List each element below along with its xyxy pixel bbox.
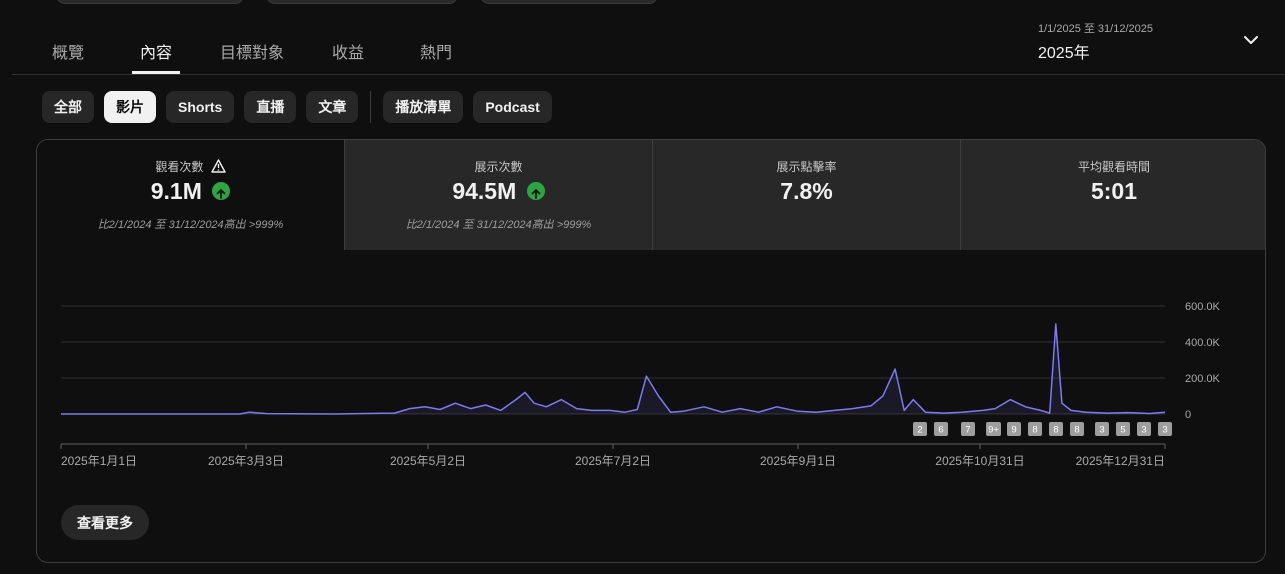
marker-badge-label: 6 — [938, 425, 943, 436]
marker-badge-label: 3 — [1162, 425, 1167, 436]
marker-badge-label: 2 — [917, 425, 922, 436]
date-range-selector[interactable]: 1/1/2025 至 31/12/2025 2025年 — [1038, 20, 1153, 63]
marker-badge-label: 9+ — [988, 425, 999, 436]
x-tick-label: 2025年5月2日 — [390, 454, 466, 468]
top-pill[interactable] — [266, 0, 458, 4]
views-series-line — [61, 323, 1166, 415]
tab-overview[interactable]: 概覽 — [52, 39, 84, 63]
tab-content[interactable]: 內容 — [140, 39, 172, 63]
y-tick-label: 0 — [1185, 409, 1191, 421]
marker-badge-label: 5 — [1120, 425, 1125, 436]
x-tick-label: 2025年3月3日 — [208, 454, 284, 468]
chip-all[interactable]: 全部 — [42, 91, 94, 123]
marker-badge-label: 8 — [1032, 425, 1037, 436]
y-tick-label: 400.0K — [1185, 337, 1221, 349]
series-area — [61, 324, 1165, 414]
x-tick-label: 2025年1月1日 — [61, 454, 137, 468]
tab-audience[interactable]: 目標對象 — [220, 39, 284, 63]
marker-badge-label: 7 — [965, 425, 970, 436]
x-tick-label: 2025年7月2日 — [575, 454, 651, 468]
chevron-down-icon[interactable] — [1241, 30, 1261, 50]
x-tick-label: 2025年12月31日 — [1076, 454, 1165, 468]
chip-posts[interactable]: 文章 — [306, 91, 359, 123]
marker-badge-label: 3 — [1099, 425, 1104, 436]
chip-podcast[interactable]: Podcast — [473, 91, 552, 123]
top-pill[interactable] — [56, 0, 244, 4]
chip-videos[interactable]: 影片 — [104, 91, 156, 123]
metrics-card: 觀看次數 9.1M 比2/1/2024 至 31/12/2024高出 >999%… — [36, 139, 1266, 563]
views-line-chart[interactable]: 600.0K 400.0K 200.0K 0 2025年1月1日 2025年3月3日 202… — [37, 140, 1266, 563]
chip-playlists[interactable]: 播放清單 — [383, 91, 464, 123]
marker-badge-label: 3 — [1141, 425, 1146, 436]
tab-trending[interactable]: 熱門 — [420, 39, 452, 63]
content-type-chips: 全部 影片 Shorts 直播 文章 播放清單 Podcast — [42, 91, 562, 123]
tab-revenue[interactable]: 收益 — [332, 39, 364, 63]
marker-badge-label: 9 — [1011, 425, 1016, 436]
see-more-button[interactable]: 查看更多 — [61, 505, 149, 540]
date-range-text: 1/1/2025 至 31/12/2025 — [1038, 23, 1153, 35]
y-tick-label: 600.0K — [1185, 301, 1221, 313]
x-tick-label: 2025年10月31日 — [935, 454, 1024, 468]
marker-badge-label: 8 — [1053, 425, 1058, 436]
marker-badge-label: 8 — [1074, 425, 1079, 436]
top-pill[interactable] — [480, 0, 658, 4]
active-tab-indicator — [132, 71, 180, 74]
date-range-title: 2025年 — [1038, 45, 1090, 62]
chip-live[interactable]: 直播 — [244, 91, 297, 123]
chip-shorts[interactable]: Shorts — [166, 91, 235, 123]
chip-divider — [370, 91, 372, 123]
y-tick-label: 200.0K — [1185, 373, 1221, 385]
top-filter-pills — [56, 0, 658, 4]
x-tick-label: 2025年9月1日 — [760, 454, 836, 468]
